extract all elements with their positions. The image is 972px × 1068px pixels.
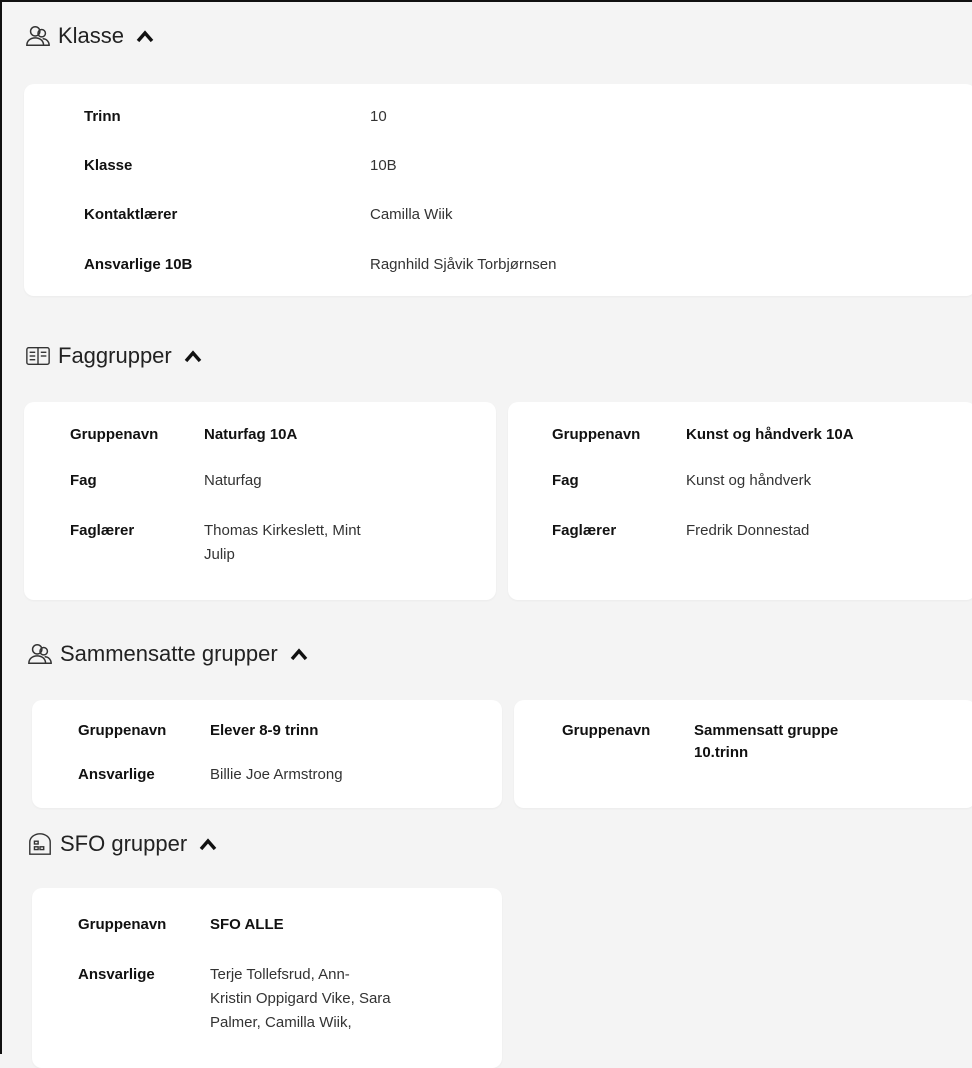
book-icon	[24, 342, 52, 370]
ansvarlige-label: Ansvarlige	[78, 766, 155, 783]
fag-label: Fag	[552, 472, 579, 489]
klasse-card: Trinn 10 Klasse 10B Kontaktlærer Camilla…	[24, 84, 972, 296]
ansvarlige-value-cont: Kristin Oppigard Vike, Sara	[210, 990, 391, 1007]
fag-label: Fag	[70, 472, 97, 489]
chevron-up-icon[interactable]	[184, 349, 202, 363]
section-title-sfo: SFO grupper	[60, 831, 188, 856]
section-title-sammensatte: Sammensatte grupper	[60, 641, 278, 666]
gruppenavn-label: Gruppenavn	[70, 426, 159, 443]
gruppenavn-value: Naturfag 10A	[204, 426, 298, 443]
klasse-value: 10B	[370, 157, 397, 174]
faglaerer-label: Faglærer	[552, 522, 617, 539]
ansvarlige-value: Ragnhild Sjåvik Torbjørnsen	[370, 256, 557, 273]
sammensatt-card: Gruppenavn Elever 8-9 trinn Ansvarlige B…	[32, 700, 502, 808]
section-title-klasse: Klasse	[58, 23, 125, 48]
sfo-card: Gruppenavn SFO ALLE Ansvarlige Terje Tol…	[32, 888, 502, 1068]
gruppenavn-label: Gruppenavn	[78, 722, 167, 739]
klasse-label: Klasse	[84, 157, 133, 174]
kontaktlaerer-value: Camilla Wiik	[370, 206, 453, 223]
ansvarlige-value-cont: Palmer, Camilla Wiik,	[210, 1014, 352, 1031]
gruppenavn-value: Elever 8-9 trinn	[210, 722, 319, 739]
section-header-faggrupper[interactable]: Faggrupper	[24, 342, 202, 370]
fag-value: Naturfag	[204, 472, 262, 489]
chevron-up-icon[interactable]	[199, 837, 217, 851]
gruppenavn-label: Gruppenavn	[562, 722, 651, 739]
section-header-sfo[interactable]: SFO grupper	[26, 830, 217, 858]
gruppenavn-label: Gruppenavn	[552, 426, 641, 443]
gruppenavn-value-cont: 10.trinn	[694, 744, 749, 761]
gruppenavn-label: Gruppenavn	[78, 916, 167, 933]
gruppenavn-value: SFO ALLE	[210, 916, 284, 933]
faglaerer-value: Thomas Kirkeslett, Mint	[204, 522, 361, 539]
ansvarlige-value: Billie Joe Armstrong	[210, 766, 343, 783]
faggruppe-card: Gruppenavn Naturfag 10A Fag Naturfag Fag…	[24, 402, 496, 600]
gruppenavn-value: Kunst og håndverk 10A	[686, 426, 854, 443]
gruppenavn-value: Sammensatt gruppe	[694, 722, 839, 739]
section-title-faggrupper: Faggrupper	[58, 343, 172, 368]
fag-value: Kunst og håndverk	[686, 472, 812, 489]
faggruppe-card: Gruppenavn Kunst og håndverk 10A Fag Kun…	[508, 402, 972, 600]
section-header-klasse[interactable]: Klasse	[24, 22, 154, 50]
faglaerer-label: Faglærer	[70, 522, 135, 539]
house-icon	[26, 830, 54, 858]
trinn-value: 10	[370, 108, 387, 125]
kontaktlaerer-label: Kontaktlærer	[84, 206, 178, 223]
faglaerer-value: Fredrik Donnestad	[686, 522, 810, 539]
sammensatt-card: Gruppenavn Sammensatt gruppe 10.trinn	[514, 700, 972, 808]
chevron-up-icon[interactable]	[290, 647, 308, 661]
chevron-up-icon[interactable]	[136, 29, 154, 43]
trinn-label: Trinn	[84, 108, 121, 125]
section-header-sammensatte[interactable]: Sammensatte grupper	[26, 640, 308, 668]
ansvarlige-label: Ansvarlige	[78, 966, 155, 983]
ansvarlige-value: Terje Tollefsrud, Ann-	[210, 966, 350, 983]
people-icon	[26, 640, 54, 668]
people-icon	[24, 22, 52, 50]
ansvarlige-label: Ansvarlige 10B	[84, 256, 193, 273]
faglaerer-value-cont: Julip	[204, 546, 235, 563]
